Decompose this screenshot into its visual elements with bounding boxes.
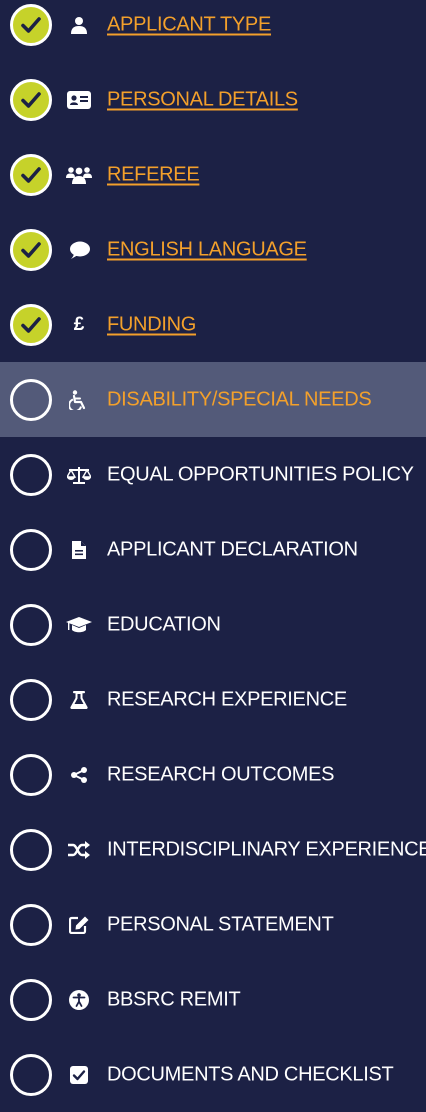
step-label[interactable]: REFEREE [107, 163, 200, 186]
step-label[interactable]: RESEARCH OUTCOMES [107, 763, 334, 786]
file-icon [66, 540, 92, 560]
step-disability-special-needs[interactable]: DISABILITY/SPECIAL NEEDS [0, 362, 426, 437]
application-steps-nav: APPLICANT TYPE PERSONAL DETAILS REFEREE … [0, 0, 426, 1096]
step-label[interactable]: PERSONAL DETAILS [107, 88, 298, 111]
incomplete-circle-icon [10, 678, 52, 721]
step-education[interactable]: EDUCATION [0, 587, 426, 662]
id-card-icon [66, 90, 92, 110]
step-interdisciplinary-experience[interactable]: INTERDISCIPLINARY EXPERIENCE [0, 812, 426, 887]
incomplete-circle-icon [10, 378, 52, 421]
complete-check-icon [10, 78, 52, 121]
users-icon [66, 165, 92, 185]
check-square-icon [66, 1065, 92, 1085]
step-funding[interactable]: £ FUNDING [0, 287, 426, 362]
graduation-cap-icon [66, 615, 92, 635]
edit-icon [66, 915, 92, 935]
pound-icon: £ [73, 314, 85, 335]
incomplete-circle-icon [10, 453, 52, 496]
step-label[interactable]: DISABILITY/SPECIAL NEEDS [107, 388, 372, 411]
accessibility-icon [66, 989, 92, 1010]
shuffle-icon [66, 840, 92, 860]
step-documents-and-checklist[interactable]: DOCUMENTS AND CHECKLIST [0, 1037, 426, 1112]
step-referee[interactable]: REFEREE [0, 137, 426, 212]
share-nodes-icon [66, 765, 92, 785]
step-personal-details[interactable]: PERSONAL DETAILS [0, 62, 426, 137]
step-bbsrc-remit[interactable]: BBSRC REMIT [0, 962, 426, 1037]
complete-check-icon [10, 3, 52, 46]
step-equal-opportunities-policy[interactable]: EQUAL OPPORTUNITIES POLICY [0, 437, 426, 512]
incomplete-circle-icon [10, 528, 52, 571]
step-research-outcomes[interactable]: RESEARCH OUTCOMES [0, 737, 426, 812]
step-applicant-type[interactable]: APPLICANT TYPE [0, 0, 426, 62]
step-label[interactable]: INTERDISCIPLINARY EXPERIENCE [107, 838, 426, 861]
complete-check-icon [10, 153, 52, 196]
step-label[interactable]: APPLICANT TYPE [107, 13, 271, 36]
step-label[interactable]: ENGLISH LANGUAGE [107, 238, 307, 261]
comment-icon [66, 240, 92, 260]
step-label[interactable]: PERSONAL STATEMENT [107, 913, 334, 936]
step-label[interactable]: APPLICANT DECLARATION [107, 538, 358, 561]
step-label[interactable]: DOCUMENTS AND CHECKLIST [107, 1063, 394, 1086]
balance-scale-icon [66, 465, 92, 485]
step-label[interactable]: FUNDING [107, 313, 196, 336]
step-english-language[interactable]: ENGLISH LANGUAGE [0, 212, 426, 287]
incomplete-circle-icon [10, 978, 52, 1021]
step-personal-statement[interactable]: PERSONAL STATEMENT [0, 887, 426, 962]
incomplete-circle-icon [10, 1053, 52, 1096]
step-applicant-declaration[interactable]: APPLICANT DECLARATION [0, 512, 426, 587]
step-label[interactable]: EDUCATION [107, 613, 221, 636]
incomplete-circle-icon [10, 603, 52, 646]
incomplete-circle-icon [10, 753, 52, 796]
wheelchair-icon [66, 389, 92, 410]
complete-check-icon [10, 228, 52, 271]
complete-check-icon [10, 303, 52, 346]
incomplete-circle-icon [10, 828, 52, 871]
flask-icon [66, 690, 92, 710]
step-label[interactable]: EQUAL OPPORTUNITIES POLICY [107, 463, 414, 486]
incomplete-circle-icon [10, 903, 52, 946]
user-icon [66, 15, 92, 35]
step-label[interactable]: BBSRC REMIT [107, 988, 241, 1011]
step-research-experience[interactable]: RESEARCH EXPERIENCE [0, 662, 426, 737]
step-label[interactable]: RESEARCH EXPERIENCE [107, 688, 347, 711]
